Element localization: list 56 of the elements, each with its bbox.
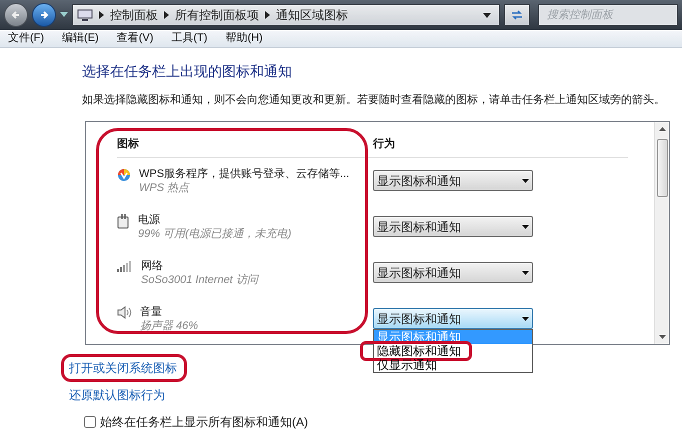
behavior-dropdown[interactable]: 显示图标和通知 <box>373 170 533 191</box>
behavior-dropdown[interactable]: 显示图标和通知 <box>373 216 533 237</box>
checkbox-label: 始终在任务栏上显示所有图标和通知(A) <box>100 414 308 430</box>
chevron-icon <box>265 11 270 19</box>
dropdown-caret-icon <box>522 270 529 274</box>
menu-item[interactable]: 帮助(H) <box>225 30 263 47</box>
dropdown-caret-icon <box>483 12 491 18</box>
dropdown-caret-icon <box>522 316 529 320</box>
caret-icon <box>60 12 68 18</box>
search-field[interactable]: 搜索控制面板 <box>538 4 678 26</box>
checkbox[interactable] <box>84 416 96 428</box>
forward-button[interactable] <box>32 3 56 27</box>
menu-item[interactable]: 文件(F) <box>8 30 44 47</box>
item-name: WPS服务程序，提供账号登录、云存储等... <box>139 166 350 180</box>
dropdown-caret-icon <box>522 224 529 228</box>
item-name: 音量 <box>140 304 163 318</box>
dropdown-option[interactable]: 隐藏图标和通知 <box>374 344 532 358</box>
description-text: 如果选择隐藏图标和通知，则不会向您通知更改和更新。若要随时查看隐藏的图标，请单击任务栏上通知区域旁的箭头。 <box>82 92 666 108</box>
scrollbar[interactable] <box>654 122 669 344</box>
menu-item[interactable]: 编辑(E) <box>62 30 99 47</box>
refresh-button[interactable] <box>504 4 530 26</box>
item-status: WPS 热点 <box>139 180 191 194</box>
back-arrow-icon <box>10 9 22 21</box>
speaker-icon <box>117 306 132 318</box>
breadcrumb-item[interactable]: 通知区域图标 <box>276 6 348 24</box>
scroll-down-icon <box>658 334 666 338</box>
item-status: 扬声器 46% <box>140 318 198 332</box>
dropdown-option[interactable]: 仅显示通知 <box>374 358 532 372</box>
dropdown-caret-icon <box>522 178 529 182</box>
forward-arrow-icon <box>38 9 50 21</box>
column-header: 行为 <box>373 136 395 152</box>
power-plug-icon <box>117 214 130 228</box>
scroll-up-icon <box>658 126 666 130</box>
refresh-arrows-icon <box>510 9 524 21</box>
page-heading: 选择在任务栏上出现的图标和通知 <box>82 62 293 81</box>
scrollbar-thumb[interactable] <box>656 138 668 196</box>
item-name: 电源 <box>138 212 161 226</box>
signal-bars-icon <box>117 260 133 272</box>
item-status: SoSo3001 Internet 访问 <box>141 272 258 286</box>
column-header: 图标 <box>117 136 140 152</box>
menu-item[interactable]: 工具(T) <box>171 30 208 47</box>
behavior-dropdown[interactable]: 显示图标和通知 <box>373 262 533 283</box>
computer-icon <box>77 9 93 21</box>
app-logo-icon <box>117 168 131 182</box>
chevron-icon <box>164 11 169 19</box>
behavior-dropdown[interactable]: 显示图标和通知 <box>373 308 533 329</box>
breadcrumb-item[interactable]: 所有控制面板项 <box>175 6 259 24</box>
back-button[interactable] <box>4 3 28 27</box>
link[interactable]: 打开或关闭系统图标 <box>69 360 177 374</box>
chevron-icon <box>99 11 104 19</box>
link[interactable]: 还原默认图标行为 <box>69 388 165 402</box>
item-status: 99% 可用(电源已接通，未充电) <box>138 226 292 240</box>
item-name: 网络 <box>141 258 164 272</box>
breadcrumb-item[interactable]: 控制面板 <box>110 6 158 24</box>
menu-item[interactable]: 查看(V) <box>116 30 154 47</box>
address-bar[interactable]: 控制面板 所有控制面板项 通知区域图标 <box>72 4 500 26</box>
